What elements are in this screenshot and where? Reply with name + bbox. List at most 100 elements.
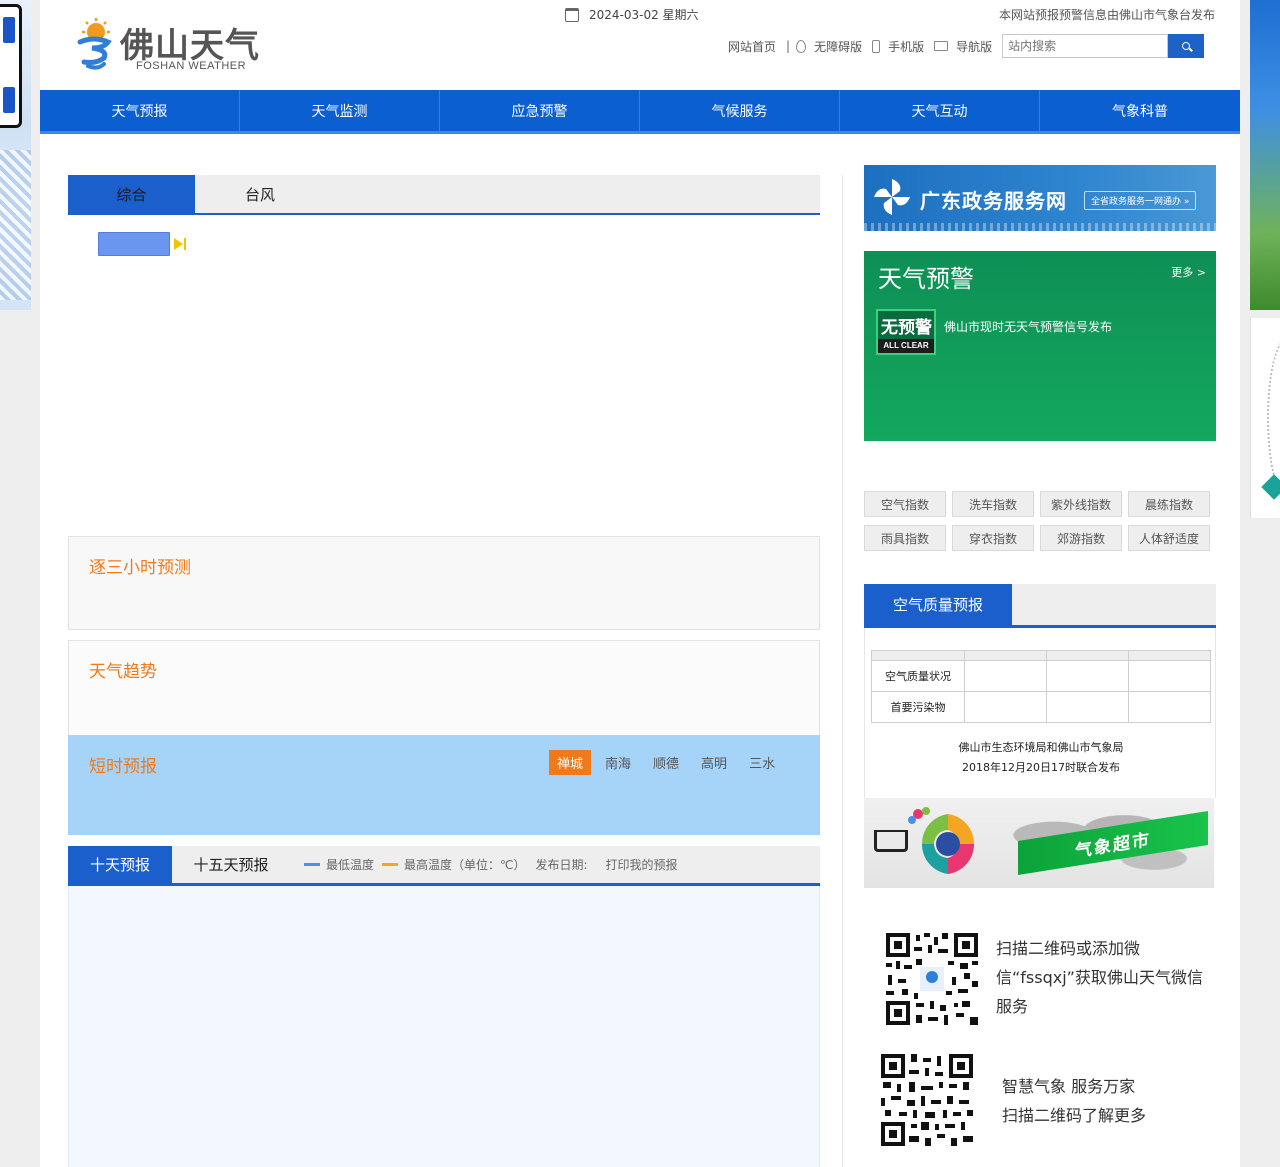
row-label-status: 空气质量状况 <box>871 660 965 692</box>
table-cell <box>964 691 1047 723</box>
link-accessible[interactable]: 无障碍版 <box>814 38 862 55</box>
index-comfort[interactable]: 人体舒适度 <box>1128 525 1210 551</box>
link-navigation[interactable]: 导航版 <box>956 38 992 55</box>
smart-weather-line-2: 扫描二维码了解更多 <box>1002 1106 1147 1125</box>
air-quality-header: 空气质量预报 <box>864 584 1216 628</box>
left-side-ad[interactable] <box>0 0 31 310</box>
link-separator: | <box>786 39 791 53</box>
index-morning-exercise[interactable]: 晨练指数 <box>1128 491 1210 517</box>
site-logo[interactable]: 佛山天气 FOSHAN WEATHER <box>72 14 262 76</box>
air-quality-table: 空气质量状况 首要污染物 <box>871 650 1211 723</box>
right-side-ad[interactable] <box>1250 0 1280 310</box>
table-row: 空气质量状况 <box>871 660 1211 692</box>
table-header-row <box>871 650 1211 661</box>
wechat-promo-text: 扫描二维码或添加微信“fssqxj”获取佛山天气微信服务 <box>996 939 1203 1016</box>
district-tabs: 禅城 南海 顺德 高明 三水 <box>549 750 789 775</box>
nav-weather-forecast[interactable]: 天气预报 <box>40 90 240 131</box>
calendar-icon <box>565 7 579 22</box>
tab-general[interactable]: 综合 <box>68 175 195 213</box>
search-input[interactable] <box>1002 34 1169 58</box>
logo-subtitle: FOSHAN WEATHER <box>136 60 247 72</box>
play-next-icon[interactable] <box>174 238 188 250</box>
search-icon <box>1182 42 1191 50</box>
tab-fifteen-day[interactable]: 十五天预报 <box>172 846 290 883</box>
wechat-qr-code <box>886 933 978 1025</box>
site-notice: 本网站预报预警信息由佛山市气象台发布 <box>998 8 1215 22</box>
main-nav: 天气预报 天气监测 应急预警 气候服务 天气互动 气象科普 <box>40 90 1240 134</box>
warning-more-link[interactable]: 更多 > <box>1171 264 1206 280</box>
legend-high-label: 最高温度（单位：℃） <box>404 858 526 872</box>
district-tab-chancheng[interactable]: 禅城 <box>549 750 592 775</box>
life-indices: 空气指数 洗车指数 紫外线指数 晨练指数 雨具指数 穿衣指数 郊游指数 人体舒适… <box>864 491 1216 551</box>
weather-trend-title: 天气趋势 <box>89 662 157 682</box>
index-air[interactable]: 空气指数 <box>864 491 946 517</box>
left-ad-glyph <box>3 87 15 113</box>
gov-service-banner[interactable]: 广东政务服务网 全省政务服务一网通办 » <box>864 165 1216 231</box>
air-quality-body: 空气质量状况 首要污染物 佛山市生态环境局和佛山市气象局 2018年12月20日… <box>864 628 1216 798</box>
animation-player <box>98 232 188 256</box>
badge-english: ALL CLEAR <box>878 339 934 353</box>
date-text: 2024-03-02 星期六 <box>589 8 699 22</box>
nav-emergency-warning[interactable]: 应急预警 <box>440 90 640 131</box>
gov-banner-title: 广东政务服务网 <box>920 189 1067 213</box>
nav-meteorology-science[interactable]: 气象科普 <box>1040 90 1240 131</box>
widget-diamond-icon <box>1261 474 1280 500</box>
column-divider <box>842 175 843 1167</box>
print-forecast-link[interactable]: 打印我的预报 <box>606 856 678 873</box>
tab-air-quality[interactable]: 空气质量预报 <box>864 584 1012 625</box>
weather-trend-panel: 天气趋势 <box>68 640 820 736</box>
player-progress-bar[interactable] <box>98 232 170 256</box>
left-ad-glyph <box>3 17 15 43</box>
index-outing[interactable]: 郊游指数 <box>1040 525 1122 551</box>
temperature-legend: 最低温度 最高温度（单位：℃） <box>296 856 526 873</box>
nav-weather-interaction[interactable]: 天气互动 <box>840 90 1040 131</box>
legend-low-label: 最低温度 <box>326 858 375 872</box>
table-row: 首要污染物 <box>871 691 1211 723</box>
row-label-pollutant: 首要污染物 <box>871 691 965 723</box>
index-rain-gear[interactable]: 雨具指数 <box>864 525 946 551</box>
three-hour-title: 逐三小时预测 <box>89 558 191 578</box>
index-uv[interactable]: 紫外线指数 <box>1040 491 1122 517</box>
all-clear-badge[interactable]: 无预警 ALL CLEAR <box>876 309 936 355</box>
district-tab-shunde[interactable]: 顺德 <box>645 750 687 775</box>
index-clothing[interactable]: 穿衣指数 <box>952 525 1034 551</box>
tab-typhoon[interactable]: 台风 <box>195 175 325 213</box>
district-tab-nanhai[interactable]: 南海 <box>597 750 639 775</box>
forecast-tabs: 十天预报 十五天预报 最低温度 最高温度（单位：℃） 发布日期: 打印我的预报 <box>68 846 820 886</box>
table-cell <box>1046 691 1129 723</box>
accessibility-icon <box>796 39 807 53</box>
legend-high-line <box>382 863 399 866</box>
search-button[interactable] <box>1168 34 1205 58</box>
tab-ten-day[interactable]: 十天预报 <box>68 846 172 883</box>
city-skyline <box>864 223 1216 231</box>
top-links: 网站首页 | 无障碍版 手机版 导航版 <box>728 34 1205 58</box>
smart-weather-line-1: 智慧气象 服务万家 <box>1002 1077 1136 1096</box>
right-side-widget[interactable] <box>1250 318 1280 518</box>
link-mobile[interactable]: 手机版 <box>888 38 924 55</box>
weather-market-banner[interactable]: 气象超市 <box>864 798 1214 888</box>
smart-weather-text: 智慧气象 服务万家 扫描二维码了解更多 <box>1002 1072 1212 1130</box>
site-search <box>1002 34 1205 58</box>
index-car-wash[interactable]: 洗车指数 <box>952 491 1034 517</box>
monitor-icon <box>934 41 949 51</box>
mobile-icon <box>872 39 881 53</box>
legend-low-line <box>304 863 320 866</box>
short-term-title: 短时预报 <box>89 757 157 777</box>
district-tab-sanshui[interactable]: 三水 <box>741 750 783 775</box>
map-tabs: 综合 台风 <box>68 175 820 215</box>
table-cell <box>1128 660 1211 692</box>
table-cell <box>964 660 1047 692</box>
gov-banner-subtitle: 全省政务服务一网通办 » <box>1084 191 1197 210</box>
left-ad-pattern <box>0 150 31 300</box>
nav-climate-service[interactable]: 气候服务 <box>640 90 840 131</box>
page: 佛山天气 FOSHAN WEATHER 2024-03-02 星期六 本网站预报… <box>40 0 1240 1167</box>
link-home[interactable]: 网站首页 <box>728 38 776 55</box>
nav-weather-monitoring[interactable]: 天气监测 <box>240 90 440 131</box>
district-tab-gaoming[interactable]: 高明 <box>693 750 735 775</box>
badge-text: 无预警 <box>881 318 932 338</box>
gov-pinwheel-icon <box>874 179 910 215</box>
shopping-cart-icon <box>874 830 908 852</box>
warning-title: 天气预警 <box>878 265 974 293</box>
left-ad-badge <box>0 4 22 128</box>
note-line-1: 佛山市生态环境局和佛山市气象局 <box>958 741 1124 754</box>
